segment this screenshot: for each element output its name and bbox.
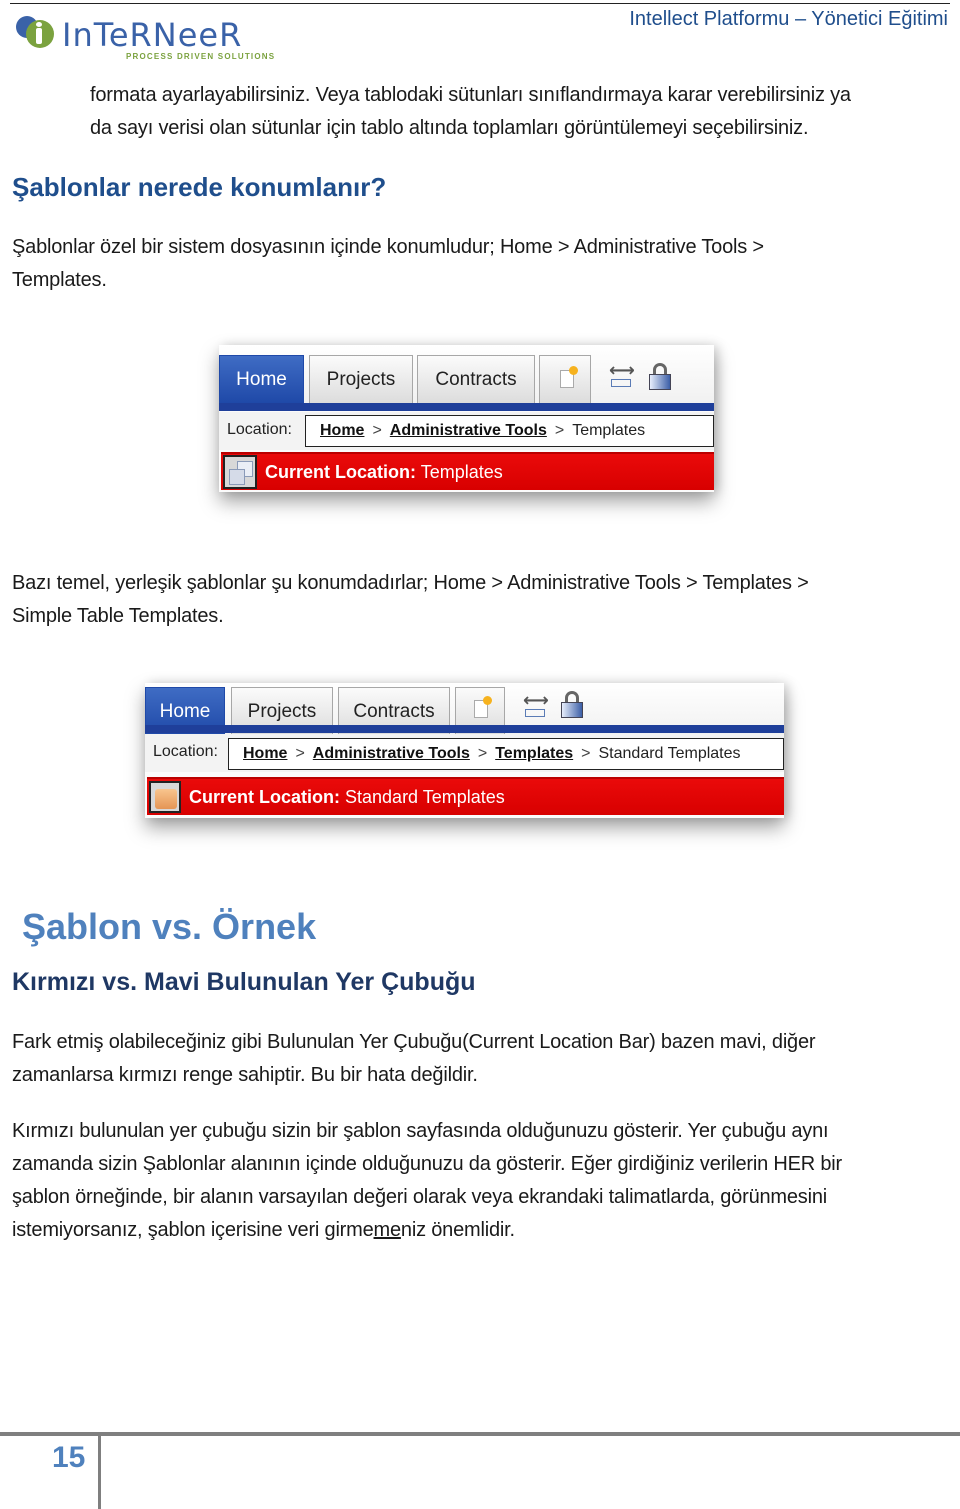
breadcrumb: Home > Administrative Tools > Templates xyxy=(305,415,714,447)
breadcrumb-separator: > xyxy=(477,745,488,762)
logo-wordmark: InTeRNeeR xyxy=(62,16,243,54)
page-number: 15 xyxy=(52,1441,86,1474)
resize-icon[interactable]: ⟷ xyxy=(609,361,635,391)
paragraph-line: şablon örneğinde, bir alanın varsayılan … xyxy=(12,1186,828,1208)
breadcrumb-administrative-tools[interactable]: Administrative Tools xyxy=(390,422,547,440)
paragraph-line: Kırmızı bulunulan yer çubuğu sizin bir ş… xyxy=(12,1120,829,1142)
current-location-value: Standard Templates xyxy=(345,786,505,807)
text-span: istemiyorsanız, şablon içerisine veri gi… xyxy=(12,1219,374,1241)
paragraph-line: Simple Table Templates. xyxy=(12,605,224,627)
current-location-text: Current Location: Standard Templates xyxy=(189,787,505,808)
screenshot-templates-location: Home Projects Contracts ⟷ Location: Home… xyxy=(219,345,714,492)
paragraph-where-templates: Şablonlar özel bir sistem dosyasının içi… xyxy=(12,231,764,297)
breadcrumb-separator: > xyxy=(372,422,382,439)
tab-new-item[interactable] xyxy=(539,355,591,403)
logo-mark-i-dot xyxy=(36,22,42,27)
resize-icon[interactable]: ⟷ xyxy=(523,691,549,721)
document-header-title: Intellect Platformu – Yönetici Eğitimi xyxy=(629,8,948,30)
interneer-logo: InTeRNeeR PROCESS DRIVEN SOLUTIONS xyxy=(14,12,294,64)
folder-icon xyxy=(149,781,181,813)
paragraph-line: Şablonlar özel bir sistem dosyasının içi… xyxy=(12,236,764,258)
tab-contracts[interactable]: Contracts xyxy=(417,355,535,403)
current-location-bar: Current Location: Standard Templates xyxy=(147,777,784,815)
logo-tagline: PROCESS DRIVEN SOLUTIONS xyxy=(126,52,276,61)
footer-divider xyxy=(98,1432,101,1509)
paragraph-line: zamanda sizin Şablonlar alanının içinde … xyxy=(12,1153,842,1175)
current-location-value: Templates xyxy=(420,461,503,482)
screenshot-standard-templates-location: Home Projects Contracts ⟷ Location: Home… xyxy=(145,683,784,818)
templates-icon xyxy=(223,455,257,489)
new-document-icon xyxy=(474,696,492,718)
intro-line-1: formata ayarlayabilirsiniz. Veya tabloda… xyxy=(90,84,851,106)
underlined-text: me xyxy=(373,1219,402,1241)
intro-line-2: da sayı verisi olan sütunlar için tablo … xyxy=(90,117,809,139)
tab-home[interactable]: Home xyxy=(219,355,304,403)
tab-bar-underline xyxy=(145,725,784,733)
lock-icon[interactable] xyxy=(649,363,673,393)
current-location-label: Current Location: xyxy=(189,786,340,807)
heading-red-vs-blue-bar: Kırmızı vs. Mavi Bulunulan Yer Çubuğu xyxy=(12,968,476,996)
footer-rule xyxy=(0,1432,960,1436)
heading-where-templates: Şablonlar nerede konumlanır? xyxy=(12,172,387,202)
location-label: Location: xyxy=(227,421,292,438)
location-row: Location: Home > Administrative Tools > … xyxy=(219,412,714,450)
intro-paragraph: formata ayarlayabilirsiniz. Veya tabloda… xyxy=(90,79,851,145)
breadcrumb: Home > Administrative Tools > Templates … xyxy=(228,738,784,770)
tab-bar-underline xyxy=(219,403,714,411)
breadcrumb-home[interactable]: Home xyxy=(320,422,364,440)
breadcrumb-templates[interactable]: Templates xyxy=(495,745,573,763)
text-span: niz önemlidir. xyxy=(400,1219,515,1241)
paragraph-location-bar: Fark etmiş olabileceğiniz gibi Bulunulan… xyxy=(12,1026,816,1092)
current-location-label: Current Location: xyxy=(265,461,416,482)
location-label: Location: xyxy=(153,743,218,760)
breadcrumb-separator: > xyxy=(554,422,565,439)
header-rule xyxy=(10,3,950,4)
tab-projects[interactable]: Projects xyxy=(309,355,413,403)
current-location-bar: Current Location: Templates xyxy=(221,452,714,490)
breadcrumb-current: Standard Templates xyxy=(598,745,741,762)
paragraph-builtin-templates: Bazı temel, yerleşik şablonlar şu konumd… xyxy=(12,567,809,633)
breadcrumb-separator: > xyxy=(581,745,591,762)
paragraph-line: Bazı temel, yerleşik şablonlar şu konumd… xyxy=(12,572,809,594)
paragraph-red-bar: Kırmızı bulunulan yer çubuğu sizin bir ş… xyxy=(12,1115,842,1247)
lock-icon[interactable] xyxy=(561,691,585,721)
paragraph-line: Templates. xyxy=(12,269,107,291)
logo-mark-i xyxy=(36,28,42,44)
location-row: Location: Home > Administrative Tools > … xyxy=(145,734,784,772)
paragraph-line: Fark etmiş olabileceğiniz gibi Bulunulan… xyxy=(12,1031,816,1053)
paragraph-line: istemiyorsanız, şablon içerisine veri gi… xyxy=(12,1214,842,1247)
breadcrumb-administrative-tools[interactable]: Administrative Tools xyxy=(313,745,470,763)
breadcrumb-current: Templates xyxy=(572,422,646,439)
new-document-icon xyxy=(560,366,578,388)
current-location-text: Current Location: Templates xyxy=(265,462,503,483)
breadcrumb-separator: > xyxy=(295,745,305,762)
tab-bar: Home Projects Contracts ⟷ xyxy=(219,345,714,403)
heading-template-vs-instance: Şablon vs. Örnek xyxy=(22,906,317,947)
paragraph-line: zamanlarsa kırmızı renge sahiptir. Bu bi… xyxy=(12,1064,478,1086)
breadcrumb-home[interactable]: Home xyxy=(243,745,287,763)
